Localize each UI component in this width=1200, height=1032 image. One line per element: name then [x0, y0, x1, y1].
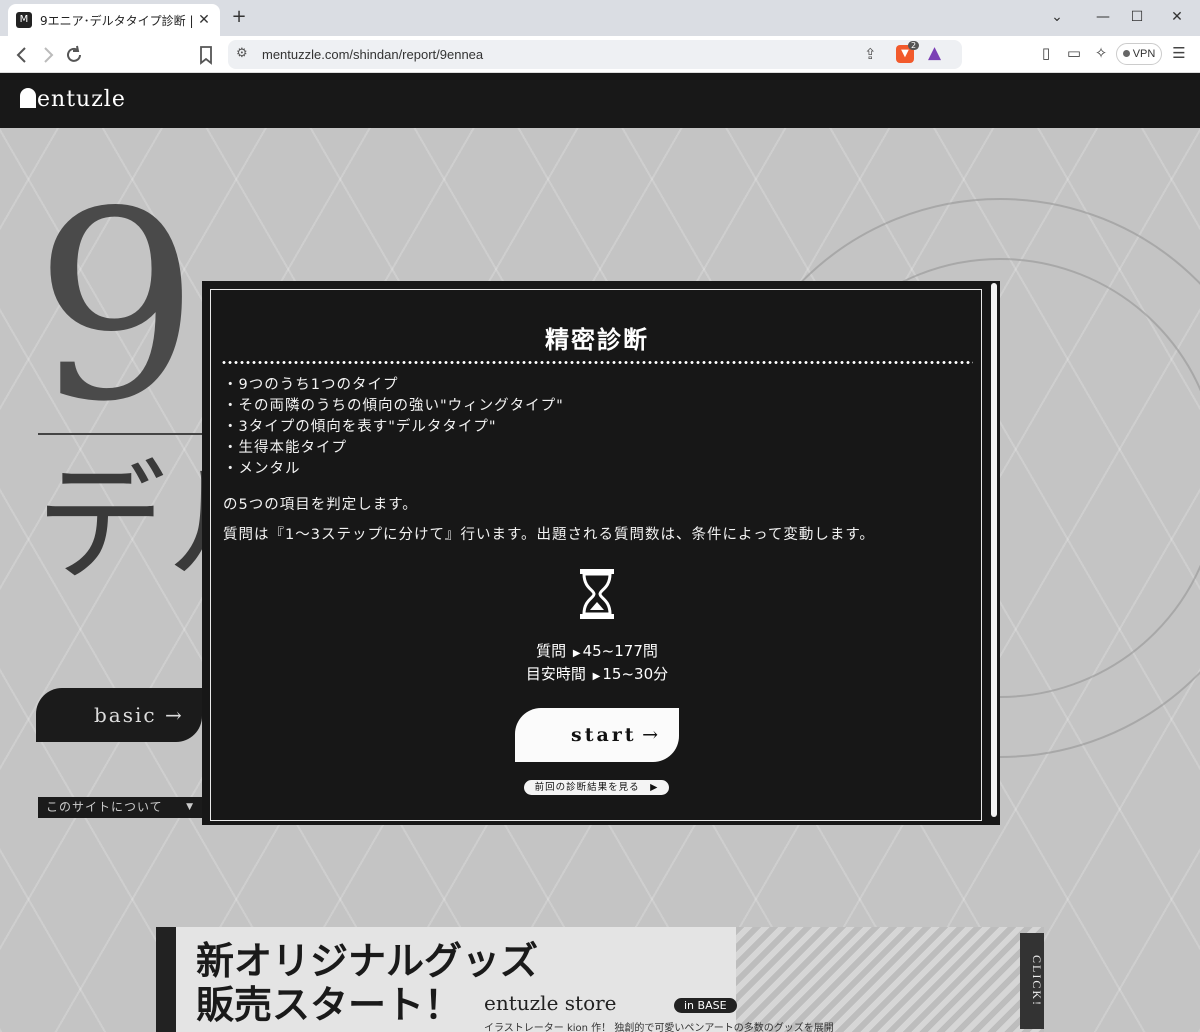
reload-icon[interactable] [62, 43, 86, 67]
close-window-button[interactable]: ✕ [1164, 6, 1190, 28]
estimated-time-value: 15~30分 [602, 665, 669, 683]
logo-text: entuzle [37, 87, 126, 112]
modal-scrollbar[interactable] [990, 281, 998, 821]
arrow-right-icon: → [642, 724, 661, 746]
url-text[interactable]: mentuzzle.com/shindan/report/9ennea [262, 47, 483, 62]
tab-title: 9エニア･デルタタイプ診断 | エニアグ [40, 13, 196, 28]
arrow-right-icon: → [164, 703, 184, 727]
banner-store-name: entuzle store [484, 991, 617, 1015]
new-tab-button[interactable]: + [228, 6, 250, 28]
forward-arrow-icon[interactable] [36, 43, 60, 67]
estimated-time-label: 目安時間 [525, 665, 586, 683]
banner-artwork [736, 927, 1044, 1032]
list-item: ・3タイプの傾向を表す"デルタタイプ" [223, 419, 497, 435]
list-item: ・9つのうち1つのタイプ [223, 377, 399, 393]
vpn-status-icon [1122, 50, 1130, 57]
about-site-label: このサイトについて [46, 800, 163, 814]
list-item: ・その両隣のうちの傾向の強い"ウィングタイプ" [223, 398, 564, 414]
start-button-label: start [571, 724, 637, 746]
diagnosis-items-list: ・9つのうち1つのタイプ ・その両隣のうちの傾向の強い"ウィングタイプ" ・3タ… [223, 375, 564, 480]
banner-subtitle: イラストレーター kion 作！ 独創的で可愛いペンアートの多数のグッズを展開 [484, 1023, 834, 1032]
basic-button[interactable]: basic → [36, 688, 202, 742]
leo-ai-icon[interactable]: ✧ [1090, 44, 1112, 62]
play-marker-icon: ▶ [572, 648, 581, 659]
list-item: ・メンタル [223, 461, 301, 477]
minimize-window-button[interactable]: — [1090, 6, 1116, 28]
vpn-label: VPN [1132, 48, 1156, 60]
basic-button-label: basic [94, 703, 157, 727]
wallet-icon[interactable]: ▭ [1063, 44, 1085, 62]
vpn-button[interactable]: VPN [1116, 43, 1162, 65]
maximize-window-button[interactable]: ☐ [1124, 6, 1150, 28]
about-site-select[interactable]: このサイトについて ▼ [38, 797, 202, 818]
banner-click-label: CLICK! [1020, 933, 1044, 1029]
bookmark-icon[interactable] [194, 43, 218, 67]
goods-banner[interactable]: 新オリジナルグッズ 販売スタート！ entuzle store in BASE … [156, 927, 1044, 1032]
diagnosis-stats: 質問 ▶ 45~177問 目安時間 ▶ 15~30分 [211, 641, 983, 687]
diagnosis-modal: 精密診断 ・9つのうち1つのタイプ ・その両隣のうちの傾向の強い"ウィングタイプ… [202, 281, 1000, 825]
tab-favicon-icon: M [16, 12, 32, 28]
modal-title: 精密診断 [545, 325, 649, 354]
hourglass-icon [580, 569, 614, 619]
address-bar[interactable]: ⚙ mentuzzle.com/shindan/report/9ennea ⇪ … [228, 40, 962, 69]
share-icon[interactable]: ⇪ [864, 45, 877, 63]
site-logo[interactable]: entuzle [20, 87, 126, 112]
browser-tab-active[interactable]: M 9エニア･デルタタイプ診断 | エニアグ ✕ [8, 4, 220, 36]
browser-toolbar: ⚙ mentuzzle.com/shindan/report/9ennea ⇪ … [0, 36, 1200, 73]
brave-rewards-icon[interactable]: ▲ [928, 43, 941, 63]
logo-mark-icon [20, 88, 36, 108]
site-info-icon[interactable]: ⚙ [236, 46, 248, 61]
hamburger-menu-icon[interactable]: ☰ [1168, 44, 1190, 62]
modal-summary: の5つの項目を判定します。 [223, 497, 418, 513]
hero-number: 9 [34, 157, 200, 459]
modal-content: 精密診断 ・9つのうち1つのタイプ ・その両隣のうちの傾向の強い"ウィングタイプ… [210, 289, 982, 821]
banner-base-badge: in BASE [674, 998, 737, 1013]
previous-result-link[interactable]: 前回の診断結果を見る ▶ [524, 780, 669, 795]
estimated-time: 目安時間 ▶ 15~30分 [211, 664, 983, 687]
tab-search-dropdown-icon[interactable]: ⌄ [1044, 6, 1070, 28]
browser-tabstrip: M 9エニア･デルタタイプ診断 | エニアグ ✕ + ⌄ — ☐ ✕ [0, 0, 1200, 36]
shields-count-badge: 2 [908, 41, 920, 50]
close-tab-icon[interactable]: ✕ [196, 12, 212, 28]
dropdown-arrow-icon: ▼ [186, 802, 194, 812]
back-arrow-icon[interactable] [10, 43, 34, 67]
scrollbar-thumb[interactable] [991, 283, 997, 817]
hero-divider [38, 433, 208, 435]
start-button[interactable]: start → [515, 708, 679, 762]
play-marker-icon: ▶ [592, 671, 601, 682]
banner-title-line1: 新オリジナルグッズ [196, 938, 539, 983]
sidebar-icon[interactable]: ▯ [1035, 44, 1057, 62]
question-count-label: 質問 [536, 642, 567, 660]
site-header: entuzle [0, 73, 1200, 128]
modal-note: 質問は『1〜3ステップに分けて』行います。出題される質問数は、条件によって変動し… [223, 527, 875, 543]
question-count: 質問 ▶ 45~177問 [211, 641, 983, 664]
dotted-divider [221, 361, 973, 364]
list-item: ・生得本能タイプ [223, 440, 347, 456]
question-count-value: 45~177問 [582, 642, 658, 660]
